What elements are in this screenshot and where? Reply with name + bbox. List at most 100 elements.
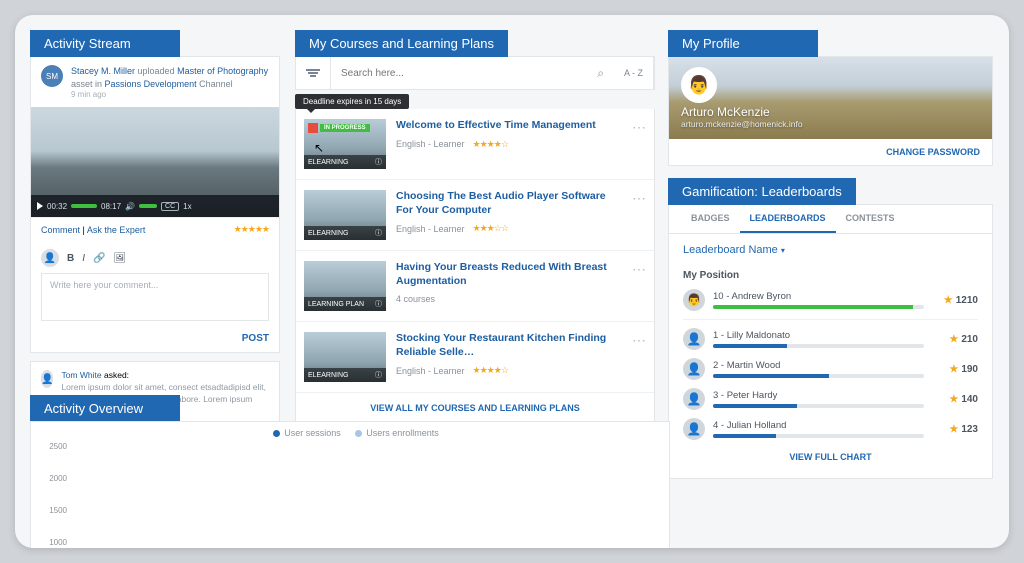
activity-stream-card: SM Stacey M. Miller uploaded Master of P…: [30, 56, 280, 353]
course-rating: ★★★★☆: [473, 365, 508, 376]
tab-contests[interactable]: CONTESTS: [836, 205, 905, 233]
course-row[interactable]: ELEARNINGⓘ Stocking Your Restaurant Kitc…: [296, 322, 654, 393]
cursor-icon: ↖: [314, 141, 324, 155]
timestamp: 9 min ago: [71, 90, 268, 99]
post-button[interactable]: POST: [31, 329, 279, 352]
star-icon: ★: [949, 424, 958, 435]
more-icon[interactable]: ⋯: [632, 190, 646, 240]
leaderboard-rank-name: 10 - Andrew Byron: [713, 291, 924, 302]
more-icon[interactable]: ⋯: [632, 332, 646, 382]
avatar: 👤: [683, 418, 705, 440]
course-meta: English - Learner: [396, 139, 465, 149]
star-icon: ★: [949, 394, 958, 405]
more-icon[interactable]: ⋯: [632, 261, 646, 311]
leaderboard-row[interactable]: 👨 10 - Andrew Byron ★1210: [669, 285, 992, 315]
tab-leaderboards[interactable]: LEADERBOARDS: [740, 205, 836, 233]
speed-button[interactable]: 1x: [183, 202, 191, 211]
leaderboard-rank-name: 2 - Martin Wood: [713, 360, 924, 371]
user-avatar-icon: 👤: [41, 370, 53, 388]
course-row[interactable]: IN PROGRESSELEARNINGⓘ↖ Welcome to Effect…: [296, 109, 654, 180]
course-title[interactable]: Having Your Breasts Reduced With Breast …: [396, 261, 622, 288]
course-type-label: ELEARNING: [308, 159, 348, 166]
leaderboard-rank-name: 3 - Peter Hardy: [713, 390, 924, 401]
info-icon: ⓘ: [375, 157, 382, 167]
leaderboard-row[interactable]: 👤 3 - Peter Hardy ★140: [669, 384, 992, 414]
search-input[interactable]: [341, 68, 589, 79]
info-icon: ⓘ: [375, 228, 382, 238]
leaderboard-rank-name: 4 - Julian Holland: [713, 420, 924, 431]
course-rating: ★★★☆☆: [473, 223, 508, 234]
stream-message: Stacey M. Miller uploaded Master of Phot…: [71, 65, 268, 90]
progress-bar[interactable]: [71, 204, 97, 208]
course-rating: ★★★★☆: [473, 139, 508, 150]
course-title[interactable]: Stocking Your Restaurant Kitchen Finding…: [396, 332, 622, 359]
course-type-label: ELEARNING: [308, 230, 348, 237]
chevron-down-icon: ▾: [781, 246, 785, 255]
star-icon: ★: [949, 334, 958, 345]
course-row[interactable]: ELEARNING ⓘ Choosing The Best Audio Playe…: [296, 180, 654, 251]
bold-icon[interactable]: B: [67, 253, 74, 264]
avatar: 👤: [683, 358, 705, 380]
video-total-time: 08:17: [101, 202, 121, 211]
asset-link[interactable]: Master of Photography: [177, 66, 268, 76]
sort-button[interactable]: A - Z: [614, 57, 654, 89]
overview-chart: User sessions Users enrollments 25002000…: [30, 421, 670, 548]
rating-stars[interactable]: ★★★★★: [234, 224, 269, 235]
my-position-label: My Position: [669, 266, 992, 285]
activity-stream-header: Activity Stream: [30, 30, 180, 57]
legend-dot-sessions: [273, 430, 280, 437]
author-link[interactable]: Stacey M. Miller: [71, 66, 135, 76]
avatar: 👨: [683, 289, 705, 311]
profile-email: arturo.mckenzie@homenick.info: [681, 119, 980, 129]
video-player[interactable]: 00:32 08:17 🔊 CC 1x: [31, 107, 279, 217]
leaderboard-score: 140: [961, 394, 978, 405]
leaderboard-select[interactable]: Leaderboard Name ▾: [669, 234, 992, 266]
image-icon[interactable]: 🖼: [113, 253, 126, 264]
profile-avatar[interactable]: 👨: [681, 67, 717, 103]
deadline-tooltip: Deadline expires in 15 days: [295, 94, 409, 109]
leaderboard-row[interactable]: 👤 4 - Julian Holland ★123: [669, 414, 992, 444]
courses-header: My Courses and Learning Plans: [295, 30, 508, 57]
italic-icon[interactable]: I: [82, 253, 85, 264]
search-icon[interactable]: ⌕: [597, 66, 604, 81]
course-meta: English - Learner: [396, 366, 465, 376]
volume-bar[interactable]: [139, 204, 157, 208]
star-icon: ★: [944, 295, 953, 306]
asker-name[interactable]: Tom White: [61, 370, 101, 380]
avatar: 👤: [683, 328, 705, 350]
view-full-chart-button[interactable]: VIEW FULL CHART: [669, 444, 992, 470]
video-current-time: 00:32: [47, 202, 67, 211]
channel-link[interactable]: Passions Development: [105, 79, 197, 89]
comment-input[interactable]: Write here your comment...: [41, 273, 269, 321]
link-icon[interactable]: 🔗: [93, 253, 105, 264]
filter-icon: [306, 68, 320, 78]
filter-button[interactable]: [296, 57, 331, 89]
volume-icon[interactable]: 🔊: [125, 202, 135, 211]
course-title[interactable]: Choosing The Best Audio Player Software …: [396, 190, 622, 217]
leaderboard-score: 1210: [956, 295, 978, 306]
info-icon: ⓘ: [375, 299, 382, 309]
course-title[interactable]: Welcome to Effective Time Management: [396, 119, 622, 133]
tab-badges[interactable]: BADGES: [681, 205, 740, 233]
profile-cover: 👨 Arturo McKenzie arturo.mckenzie@homeni…: [669, 57, 992, 139]
leaderboard-score: 123: [961, 424, 978, 435]
legend-dot-enrollments: [355, 430, 362, 437]
play-icon[interactable]: [37, 202, 43, 210]
course-type-label: LEARNING PLAN: [308, 301, 364, 308]
more-icon[interactable]: ⋯: [632, 119, 646, 169]
profile-name: Arturo McKenzie: [681, 105, 980, 119]
change-password-button[interactable]: CHANGE PASSWORD: [669, 139, 992, 165]
gamification-header: Gamification: Leaderboards: [668, 178, 856, 205]
course-meta: 4 courses: [396, 294, 435, 304]
user-avatar-icon: 👤: [41, 249, 59, 267]
course-meta: English - Learner: [396, 224, 465, 234]
course-row[interactable]: LEARNING PLAN ⓘ Having Your Breasts Reduc…: [296, 251, 654, 322]
leaderboard-row[interactable]: 👤 1 - Lilly Maldonato ★210: [669, 324, 992, 354]
cc-button[interactable]: CC: [161, 202, 179, 211]
comment-link[interactable]: Comment: [41, 225, 80, 235]
ask-expert-link[interactable]: Ask the Expert: [87, 225, 146, 235]
leaderboard-score: 210: [961, 334, 978, 345]
leaderboard-score: 190: [961, 364, 978, 375]
leaderboard-row[interactable]: 👤 2 - Martin Wood ★190: [669, 354, 992, 384]
avatar[interactable]: SM: [41, 65, 63, 87]
